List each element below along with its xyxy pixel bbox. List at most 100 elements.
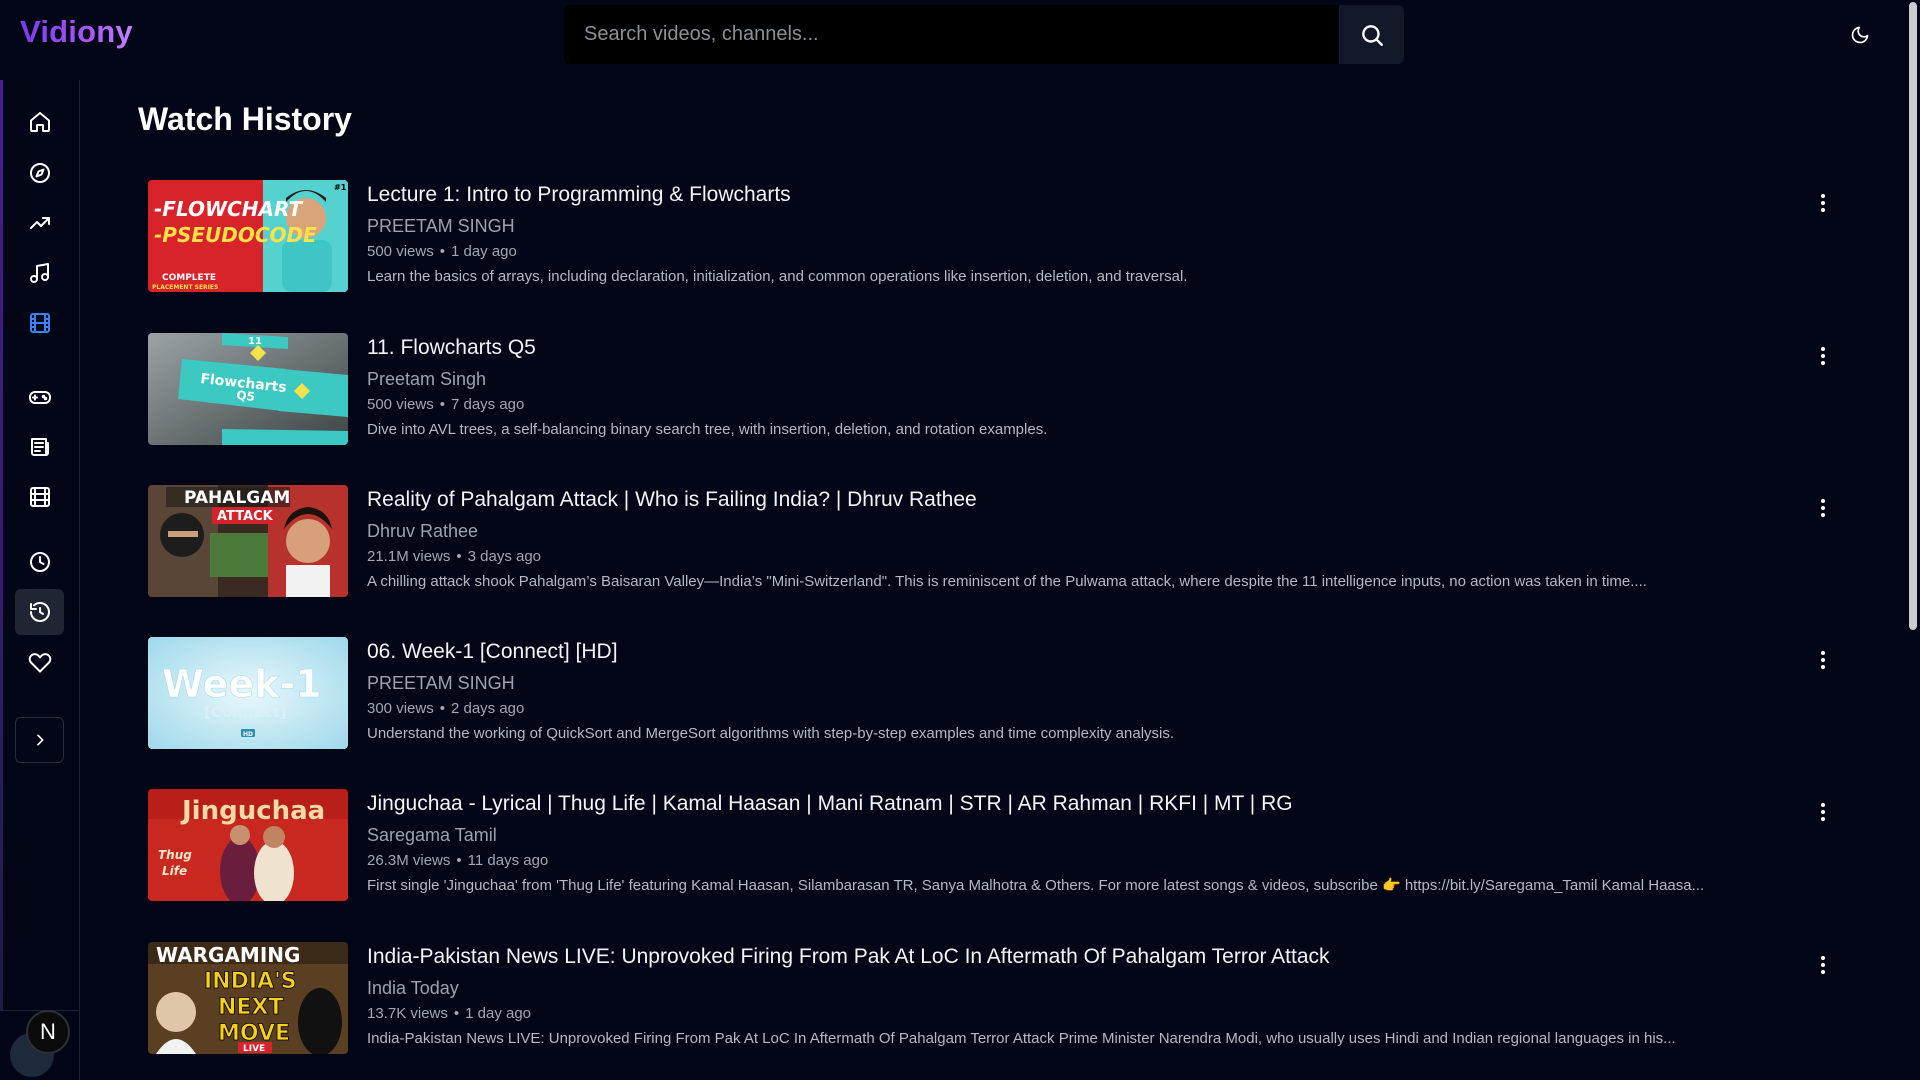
video-description: Understand the working of QuickSort and … [367,725,1175,742]
channel-name[interactable]: India Today [367,977,1767,999]
channel-name[interactable]: PREETAM SINGH [367,672,1767,694]
more-options-button[interactable] [1808,188,1838,218]
sidebar-item-music[interactable] [15,250,64,296]
thumb-text-line1: PAHALGAM [184,488,290,508]
sidebar-item-history[interactable] [15,589,64,635]
search-button[interactable] [1339,5,1404,64]
video-meta: 13.7K views • 1 day ago [367,1004,1767,1024]
meta-separator: • [439,243,445,260]
video-thumbnail[interactable]: Week-1 [Connect] HD [148,637,348,749]
channel-name[interactable]: Saregama Tamil [367,824,1767,846]
channel-name[interactable]: Preetam Singh [367,368,1767,390]
thumb-text-line2: -PSEUDOCODE [154,223,317,247]
thumb-text-line2: [Connect] [204,703,287,721]
sidebar-expand-button[interactable] [15,717,64,763]
video-title[interactable]: 06. Week-1 [Connect] [HD] [367,639,1767,665]
channel-name[interactable]: Dhruv Rathee [367,520,1767,542]
search-input[interactable] [564,5,1339,64]
meta-separator: • [439,700,445,717]
heart-icon [28,653,51,673]
theme-toggle-button[interactable] [1845,20,1875,50]
video-info: 06. Week-1 [Connect] [HD] PREETAM SINGH … [367,639,1767,744]
video-title[interactable]: India-Pakistan News LIVE: Unprovoked Fir… [367,944,1767,970]
video-info: India-Pakistan News LIVE: Unprovoked Fir… [367,944,1767,1049]
more-vertical-icon [1821,194,1825,212]
thumb-text-line4: PLACEMENT SERIES [152,284,218,291]
video-title[interactable]: 11. Flowcharts Q5 [367,335,1767,361]
view-count: 500 views [367,243,434,260]
list-item[interactable]: Week-1 [Connect] HD 06. Week-1 [Connect]… [148,637,1848,751]
sidebar-item-gaming[interactable] [15,374,64,420]
list-item[interactable]: PAHALGAM ATTACK Reality of Pahalgam Atta… [148,485,1848,599]
more-vertical-icon [1821,651,1825,669]
thumbnail-image: PAHALGAM ATTACK [148,485,348,597]
view-count: 21.1M views [367,548,451,565]
app-logo[interactable]: Vidiony [20,14,133,50]
video-meta: 300 views • 2 days ago [367,699,1767,719]
more-options-button[interactable] [1808,950,1838,980]
chevron-right-icon [36,734,43,746]
list-item[interactable]: -FLOWCHART -PSEUDOCODE COMPLETE PLACEMEN… [148,180,1848,294]
view-count: 500 views [367,396,434,413]
video-title[interactable]: Reality of Pahalgam Attack | Who is Fail… [367,487,1767,513]
search-bar [564,5,1404,64]
thumb-text-line3: NEXT [218,995,283,1020]
video-thumbnail[interactable]: PAHALGAM ATTACK [148,485,348,597]
more-options-button[interactable] [1808,341,1838,371]
meta-separator: • [456,548,462,565]
video-thumbnail[interactable]: Jinguchaa Thug Life [148,789,348,901]
upload-age: 1 day ago [465,1005,532,1022]
more-vertical-icon [1821,499,1825,517]
thumbnail-image: Week-1 [Connect] HD [148,637,348,749]
thumbnail-image: Jinguchaa Thug Life [148,789,348,901]
scrollbar[interactable] [1906,0,1920,1080]
thumb-text-line3: 11 [248,336,262,347]
video-meta: 500 views • 1 day ago [367,242,1767,262]
more-options-button[interactable] [1808,645,1838,675]
video-thumbnail[interactable]: -FLOWCHART -PSEUDOCODE COMPLETE PLACEMEN… [148,180,348,292]
scrollbar-thumb[interactable] [1909,2,1917,630]
sidebar-item-trending[interactable] [15,200,64,246]
video-title[interactable]: Jinguchaa - Lyrical | Thug Life | Kamal … [367,791,1767,817]
sidebar-item-news[interactable] [15,424,64,470]
trending-icon [29,217,50,229]
video-info: Lecture 1: Intro to Programming & Flowch… [367,182,1767,287]
page-title: Watch History [138,101,352,137]
channel-name[interactable]: PREETAM SINGH [367,215,1767,237]
video-title[interactable]: Lecture 1: Intro to Programming & Flowch… [367,182,1767,208]
video-description: First single 'Jinguchaa' from 'Thug Life… [367,877,1705,894]
video-meta: 26.3M views • 11 days ago [367,851,1767,871]
thumb-badge: #1 [334,183,347,192]
upload-age: 7 days ago [450,396,525,413]
clapperboard-icon [29,487,50,507]
video-info: Reality of Pahalgam Attack | Who is Fail… [367,487,1767,592]
sidebar-item-movies[interactable] [15,300,64,346]
video-thumbnail[interactable]: Flowcharts Q5 11 [148,333,348,445]
more-options-button[interactable] [1808,493,1838,523]
sidebar-accent-edge [0,80,3,1010]
avatar[interactable]: N [26,1010,70,1054]
video-thumbnail[interactable]: WARGAMING INDIA'S NEXT MOVE LIVE [148,942,348,1054]
sidebar-item-shorts[interactable] [15,474,64,520]
video-info: 11. Flowcharts Q5 Preetam Singh 500 view… [367,335,1767,440]
sidebar-item-watch-later[interactable] [15,539,64,585]
video-meta: 21.1M views • 3 days ago [367,547,1767,567]
film-icon [29,313,50,333]
sidebar-item-explore[interactable] [15,150,64,196]
list-item[interactable]: Jinguchaa Thug Life Jinguchaa - Lyrical … [148,789,1848,903]
thumb-text-line2: ATTACK [217,509,274,524]
list-item[interactable]: Flowcharts Q5 11 11. Flowcharts Q5 Preet… [148,333,1848,447]
sidebar [0,80,80,1080]
meta-separator: • [439,396,445,413]
sidebar-item-home[interactable] [15,99,64,145]
thumb-text-line3: Life [162,864,187,878]
view-count: 300 views [367,700,434,717]
newspaper-icon [30,438,49,456]
list-item[interactable]: WARGAMING INDIA'S NEXT MOVE LIVE India-P… [148,942,1848,1056]
more-vertical-icon [1821,347,1825,365]
sidebar-item-liked[interactable] [15,639,64,685]
more-options-button[interactable] [1808,797,1838,827]
meta-separator: • [453,1005,460,1022]
upload-age: 1 day ago [450,243,517,260]
thumbnail-image: -FLOWCHART -PSEUDOCODE COMPLETE PLACEMEN… [148,180,348,292]
